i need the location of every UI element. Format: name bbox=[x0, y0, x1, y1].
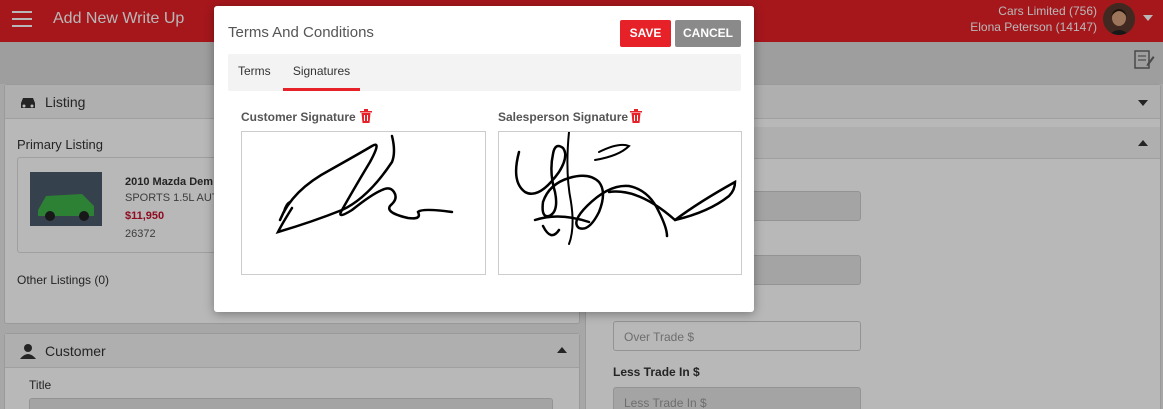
modal-title: Terms And Conditions bbox=[228, 24, 374, 41]
cancel-button[interactable]: CANCEL bbox=[675, 20, 741, 47]
customer-signature-label: Customer Signature bbox=[241, 110, 356, 124]
customer-signature-pad[interactable] bbox=[241, 131, 486, 275]
trash-icon[interactable] bbox=[360, 109, 372, 123]
save-button[interactable]: SAVE bbox=[620, 20, 671, 47]
salesperson-signature-pad[interactable] bbox=[498, 131, 742, 275]
trash-icon[interactable] bbox=[630, 109, 642, 123]
salesperson-signature-label: Salesperson Signature bbox=[498, 110, 629, 124]
modal-tabs: Terms Signatures bbox=[228, 54, 741, 91]
tab-terms[interactable]: Terms bbox=[228, 54, 281, 91]
terms-modal: Terms And Conditions SAVE CANCEL Terms S… bbox=[214, 6, 754, 312]
tab-signatures[interactable]: Signatures bbox=[283, 54, 360, 91]
